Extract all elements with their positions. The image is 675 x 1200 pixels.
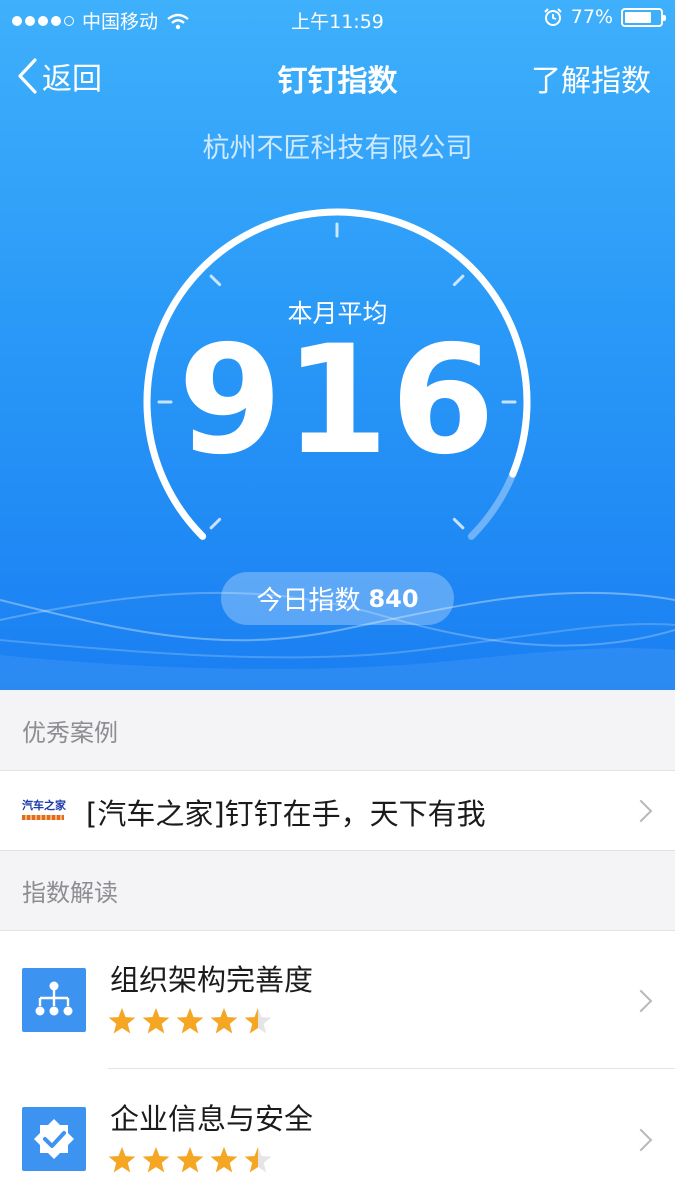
shield-check-icon: [22, 1107, 86, 1171]
org-chart-icon: [22, 968, 86, 1032]
index-header: 中国移动 上午11:59 77% 返回 钉钉指数 了解指数 杭州不匠科技有限公司…: [0, 0, 675, 690]
chevron-right-icon: [629, 1128, 653, 1152]
section-header-interpretation: 指数解读: [22, 878, 118, 907]
gauge-tick: [209, 517, 222, 530]
interpretation-title: 企业信息与安全: [110, 1102, 314, 1136]
monthly-average-value: 916: [177, 314, 498, 488]
star-filled-icon: [210, 1008, 238, 1034]
gauge-tick: [452, 517, 465, 530]
interpretation-item-info-security[interactable]: 企业信息与安全: [0, 1070, 675, 1200]
star-filled-icon: [142, 1008, 170, 1034]
interpretation-item-org-structure[interactable]: 组织架构完善度: [0, 930, 675, 1070]
list-divider: [108, 1068, 675, 1069]
today-index-value: 840: [368, 584, 419, 613]
star-filled-icon: [176, 1008, 204, 1034]
case-title: [汽车之家]钉钉在手，天下有我: [86, 797, 486, 831]
star-rating: [108, 1008, 272, 1034]
interpretation-title: 组织架构完善度: [110, 963, 314, 997]
gauge-tick: [209, 274, 222, 287]
star-filled-icon: [210, 1147, 238, 1173]
today-index-label: 今日指数: [256, 586, 361, 616]
case-list-item[interactable]: 汽车之家 [汽车之家]钉钉在手，天下有我: [0, 770, 675, 851]
star-filled-icon: [108, 1008, 136, 1034]
star-filled-icon: [176, 1147, 204, 1173]
gauge-tick: [452, 274, 465, 287]
star-rating: [108, 1147, 272, 1173]
chevron-right-icon: [629, 989, 653, 1013]
section-header-cases: 优秀案例: [22, 718, 118, 747]
autohome-logo: 汽车之家: [22, 799, 66, 825]
chevron-right-icon: [629, 799, 653, 823]
today-index-badge[interactable]: 今日指数 840: [221, 572, 454, 625]
star-filled-icon: [142, 1147, 170, 1173]
star-filled-icon: [108, 1147, 136, 1173]
